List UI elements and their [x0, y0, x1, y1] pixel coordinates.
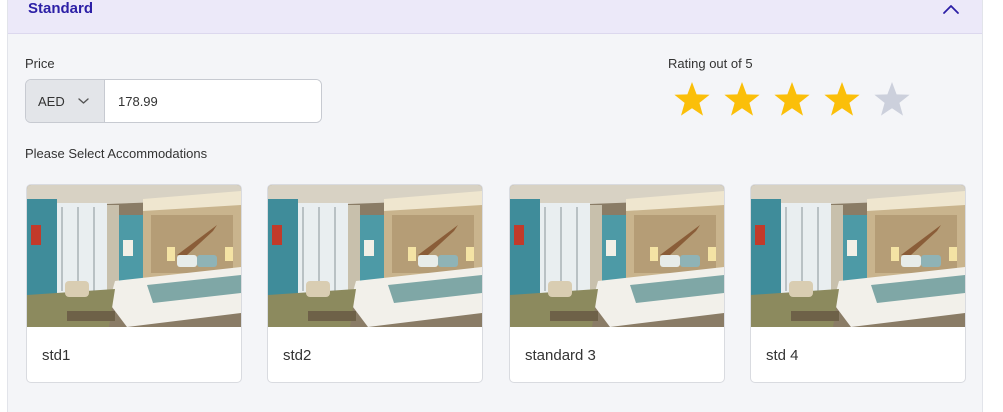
- price-input-group: AED: [25, 79, 322, 123]
- price-input[interactable]: [105, 80, 321, 122]
- section-header[interactable]: Standard: [8, 0, 982, 34]
- accommodation-card[interactable]: std2: [267, 184, 483, 383]
- accommodation-name: std2: [283, 347, 312, 364]
- accommodation-name: std1: [42, 347, 71, 364]
- room-image: [510, 185, 724, 327]
- accommodation-card[interactable]: standard 3: [509, 184, 725, 383]
- accommodations-label: Please Select Accommodations: [25, 146, 208, 161]
- room-image: [27, 185, 241, 327]
- chevron-up-icon[interactable]: [942, 3, 960, 15]
- chevron-down-icon: [78, 98, 89, 104]
- star-icon-3[interactable]: [772, 80, 812, 120]
- currency-value: AED: [38, 94, 65, 109]
- currency-select[interactable]: AED: [26, 80, 105, 122]
- room-image: [751, 185, 965, 327]
- price-label: Price: [25, 56, 55, 71]
- star-icon-5[interactable]: [872, 80, 912, 120]
- rating-label: Rating out of 5: [668, 56, 753, 71]
- star-icon-4[interactable]: [822, 80, 862, 120]
- room-image: [268, 185, 482, 327]
- accommodation-name: standard 3: [525, 347, 596, 364]
- standard-section-panel: Standard Price AED Rating out of 5 Pleas…: [7, 0, 983, 412]
- star-icon-1[interactable]: [672, 80, 712, 120]
- accommodation-card[interactable]: std 4: [750, 184, 966, 383]
- accommodation-card[interactable]: std1: [26, 184, 242, 383]
- star-icon-2[interactable]: [722, 80, 762, 120]
- section-title: Standard: [28, 0, 94, 17]
- accommodation-name: std 4: [766, 347, 799, 364]
